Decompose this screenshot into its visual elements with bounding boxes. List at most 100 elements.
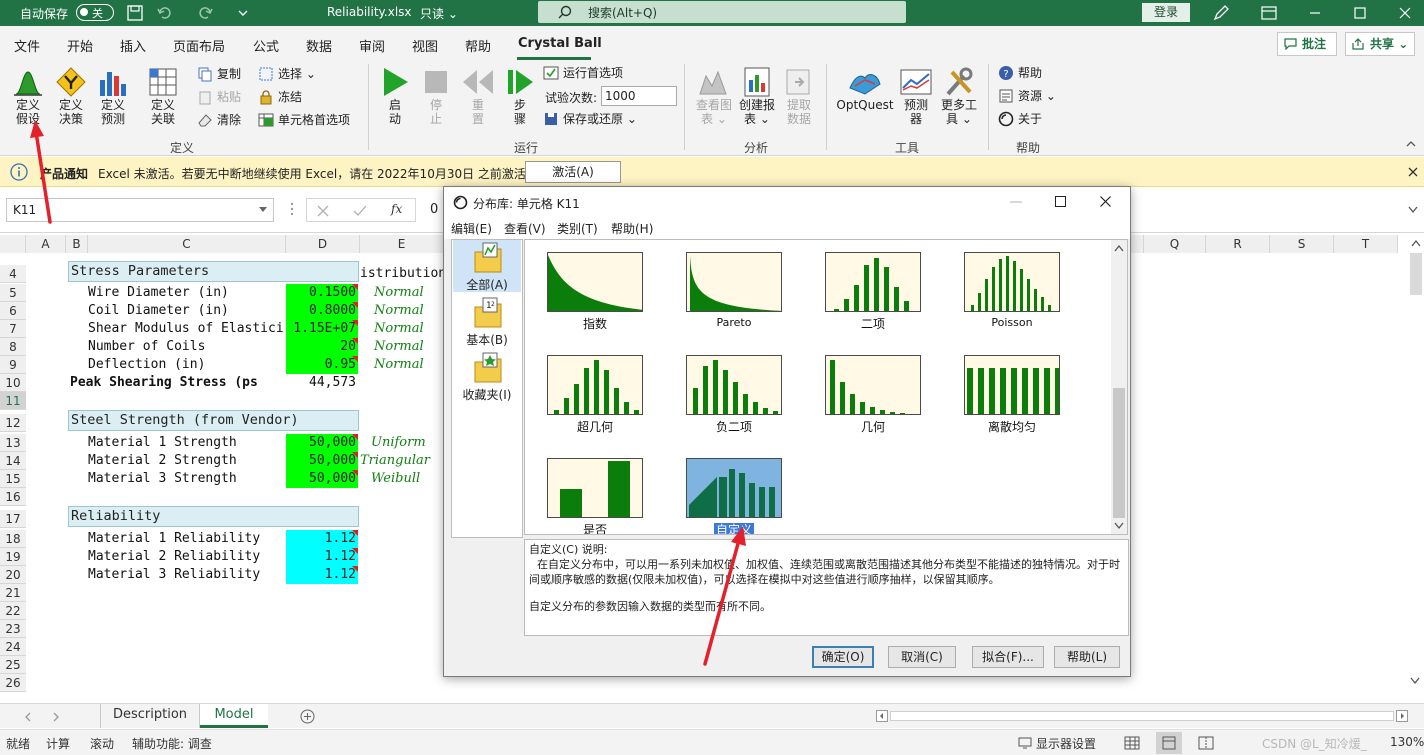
search-box[interactable]: 搜索(Alt+Q): [538, 1, 906, 23]
confirm-entry-icon[interactable]: [353, 205, 367, 217]
material-1-strength-label[interactable]: Material 1 Strength: [88, 434, 286, 452]
tab-review[interactable]: 审阅: [359, 36, 385, 55]
shear-modulus-dist[interactable]: Normal: [374, 320, 424, 338]
material-3-reliability-label[interactable]: Material 3 Reliability: [88, 566, 286, 584]
material-2-strength-dist[interactable]: Triangular: [360, 452, 430, 470]
run-preferences-button[interactable]: 运行首选项: [543, 64, 623, 82]
column-header[interactable]: R: [1206, 235, 1270, 253]
help-button[interactable]: 帮助(L): [1054, 646, 1120, 668]
define-decision-button[interactable]: 定义决策: [54, 66, 88, 126]
tab-home[interactable]: 开始: [67, 36, 93, 55]
wire-diameter-dist[interactable]: Normal: [374, 284, 424, 302]
shear-modulus-label[interactable]: Shear Modulus of Elastici: [88, 320, 286, 338]
number-of-coils-value[interactable]: 20: [286, 338, 358, 356]
row-header[interactable]: 4: [0, 265, 26, 283]
redo-icon[interactable]: [196, 4, 214, 22]
autosave-toggle[interactable]: 关: [76, 4, 114, 21]
tab-crystal-ball[interactable]: Crystal Ball: [518, 36, 602, 51]
distribution-negative-binomial[interactable]: [686, 355, 782, 415]
row-header[interactable]: 25: [0, 656, 26, 674]
formula-content[interactable]: 0: [430, 202, 438, 217]
material-3-strength-dist[interactable]: Weibull: [371, 470, 420, 488]
prev-sheet-icon[interactable]: [24, 712, 32, 722]
distribution-discrete-uniform[interactable]: [964, 355, 1060, 415]
row-header[interactable]: 20: [0, 566, 26, 584]
select-all-corner[interactable]: [0, 235, 26, 253]
material-3-strength-value[interactable]: 50,000: [286, 470, 358, 488]
close-icon[interactable]: [1396, 4, 1414, 22]
shear-modulus-value[interactable]: 1.15E+07: [286, 320, 358, 338]
scroll-down-icon[interactable]: [1410, 677, 1422, 699]
comments-button[interactable]: 批注: [1277, 32, 1337, 56]
dialog-title-bar[interactable]: 分布库: 单元格 K11: [444, 187, 1130, 217]
peak-shearing-stress-value[interactable]: 44,573: [286, 374, 358, 392]
tab-page-layout[interactable]: 页面布局: [173, 36, 225, 55]
fit-button[interactable]: 拟合(F)...: [972, 646, 1044, 668]
gallery-scroll-up-icon[interactable]: [1114, 244, 1124, 252]
minimize-icon[interactable]: [1306, 4, 1324, 22]
steel-strength-header[interactable]: Steel Strength (from Vendor): [68, 410, 359, 431]
normal-view-icon[interactable]: [1124, 736, 1140, 750]
row-header[interactable]: 7: [0, 320, 26, 338]
category-favorites[interactable]: 收藏夹(I): [453, 350, 521, 402]
expand-formula-icon[interactable]: [1408, 206, 1418, 214]
more-tools-button[interactable]: 更多工具 ⌄: [938, 66, 980, 126]
material-2-strength-value[interactable]: 50,000: [286, 452, 358, 470]
tab-formulas[interactable]: 公式: [253, 36, 279, 55]
save-icon[interactable]: [126, 4, 144, 22]
row-header-selected[interactable]: 11: [0, 392, 26, 410]
cancel-button[interactable]: 取消(C): [888, 646, 956, 668]
material-1-reliability-label[interactable]: Material 1 Reliability: [88, 530, 286, 548]
optquest-button[interactable]: OptQuest: [834, 66, 896, 112]
close-notice-icon[interactable]: [1408, 167, 1418, 177]
create-report-button[interactable]: 创建报表 ⌄: [737, 66, 777, 126]
tab-view[interactable]: 视图: [412, 36, 438, 55]
coil-diameter-label[interactable]: Coil Diameter (in): [88, 302, 286, 320]
tab-help[interactable]: 帮助: [465, 36, 491, 55]
copy-button[interactable]: 复制: [197, 65, 241, 83]
column-header[interactable]: C: [88, 235, 286, 253]
deflection-label[interactable]: Deflection (in): [88, 356, 286, 374]
deflection-dist[interactable]: Normal: [374, 356, 424, 374]
freeze-button[interactable]: 冻结: [258, 88, 302, 106]
stress-parameters-header[interactable]: Stress Parameters: [68, 261, 359, 282]
gallery-scrollbar[interactable]: [1111, 240, 1127, 534]
tab-data[interactable]: 数据: [306, 36, 332, 55]
material-1-strength-value[interactable]: 50,000: [286, 434, 358, 452]
row-header[interactable]: 10: [0, 374, 26, 392]
undo-icon[interactable]: [156, 4, 174, 22]
menu-edit[interactable]: 编辑(E): [451, 220, 492, 237]
column-header[interactable]: T: [1334, 235, 1398, 253]
define-correlation-button[interactable]: 定义关联: [146, 66, 180, 126]
extract-data-button[interactable]: 提取数据: [780, 66, 818, 126]
number-of-coils-label[interactable]: Number of Coils: [88, 338, 286, 356]
reliability-header[interactable]: Reliability: [68, 506, 359, 527]
column-header[interactable]: A: [26, 235, 66, 253]
wire-diameter-label[interactable]: Wire Diameter (in): [88, 284, 286, 302]
scroll-right-icon[interactable]: [1396, 710, 1408, 722]
row-header[interactable]: 26: [0, 674, 26, 692]
row-header[interactable]: 18: [0, 530, 26, 548]
distribution-geometric[interactable]: [825, 355, 921, 415]
coil-diameter-value[interactable]: 0.8000: [286, 302, 358, 320]
step-button[interactable]: 步骤: [505, 66, 535, 126]
row-header[interactable]: 15: [0, 470, 26, 488]
view-charts-button[interactable]: 查看图表 ⌄: [694, 66, 734, 126]
page-layout-view-button[interactable]: [1156, 732, 1182, 754]
clear-button[interactable]: 清除: [197, 111, 241, 129]
peak-shearing-stress-label[interactable]: Peak Shearing Stress (ps: [70, 374, 286, 392]
distribution-pareto[interactable]: [686, 252, 782, 312]
menu-view[interactable]: 查看(V): [504, 220, 546, 237]
name-box[interactable]: K11: [6, 198, 274, 222]
row-header[interactable]: 24: [0, 638, 26, 656]
sheet-tab-description[interactable]: Description: [100, 704, 200, 728]
scroll-left-icon[interactable]: [876, 710, 888, 722]
customize-qat-icon[interactable]: [234, 4, 252, 22]
row-header[interactable]: 5: [0, 284, 26, 302]
save-restore-button[interactable]: 保存或还原 ⌄: [543, 110, 637, 128]
horizontal-scrollbar[interactable]: [890, 711, 1394, 721]
sheet-tab-model[interactable]: Model: [200, 704, 268, 728]
insert-function-icon[interactable]: fx: [391, 202, 402, 216]
row-header[interactable]: 14: [0, 452, 26, 470]
number-of-coils-dist[interactable]: Normal: [374, 338, 424, 356]
